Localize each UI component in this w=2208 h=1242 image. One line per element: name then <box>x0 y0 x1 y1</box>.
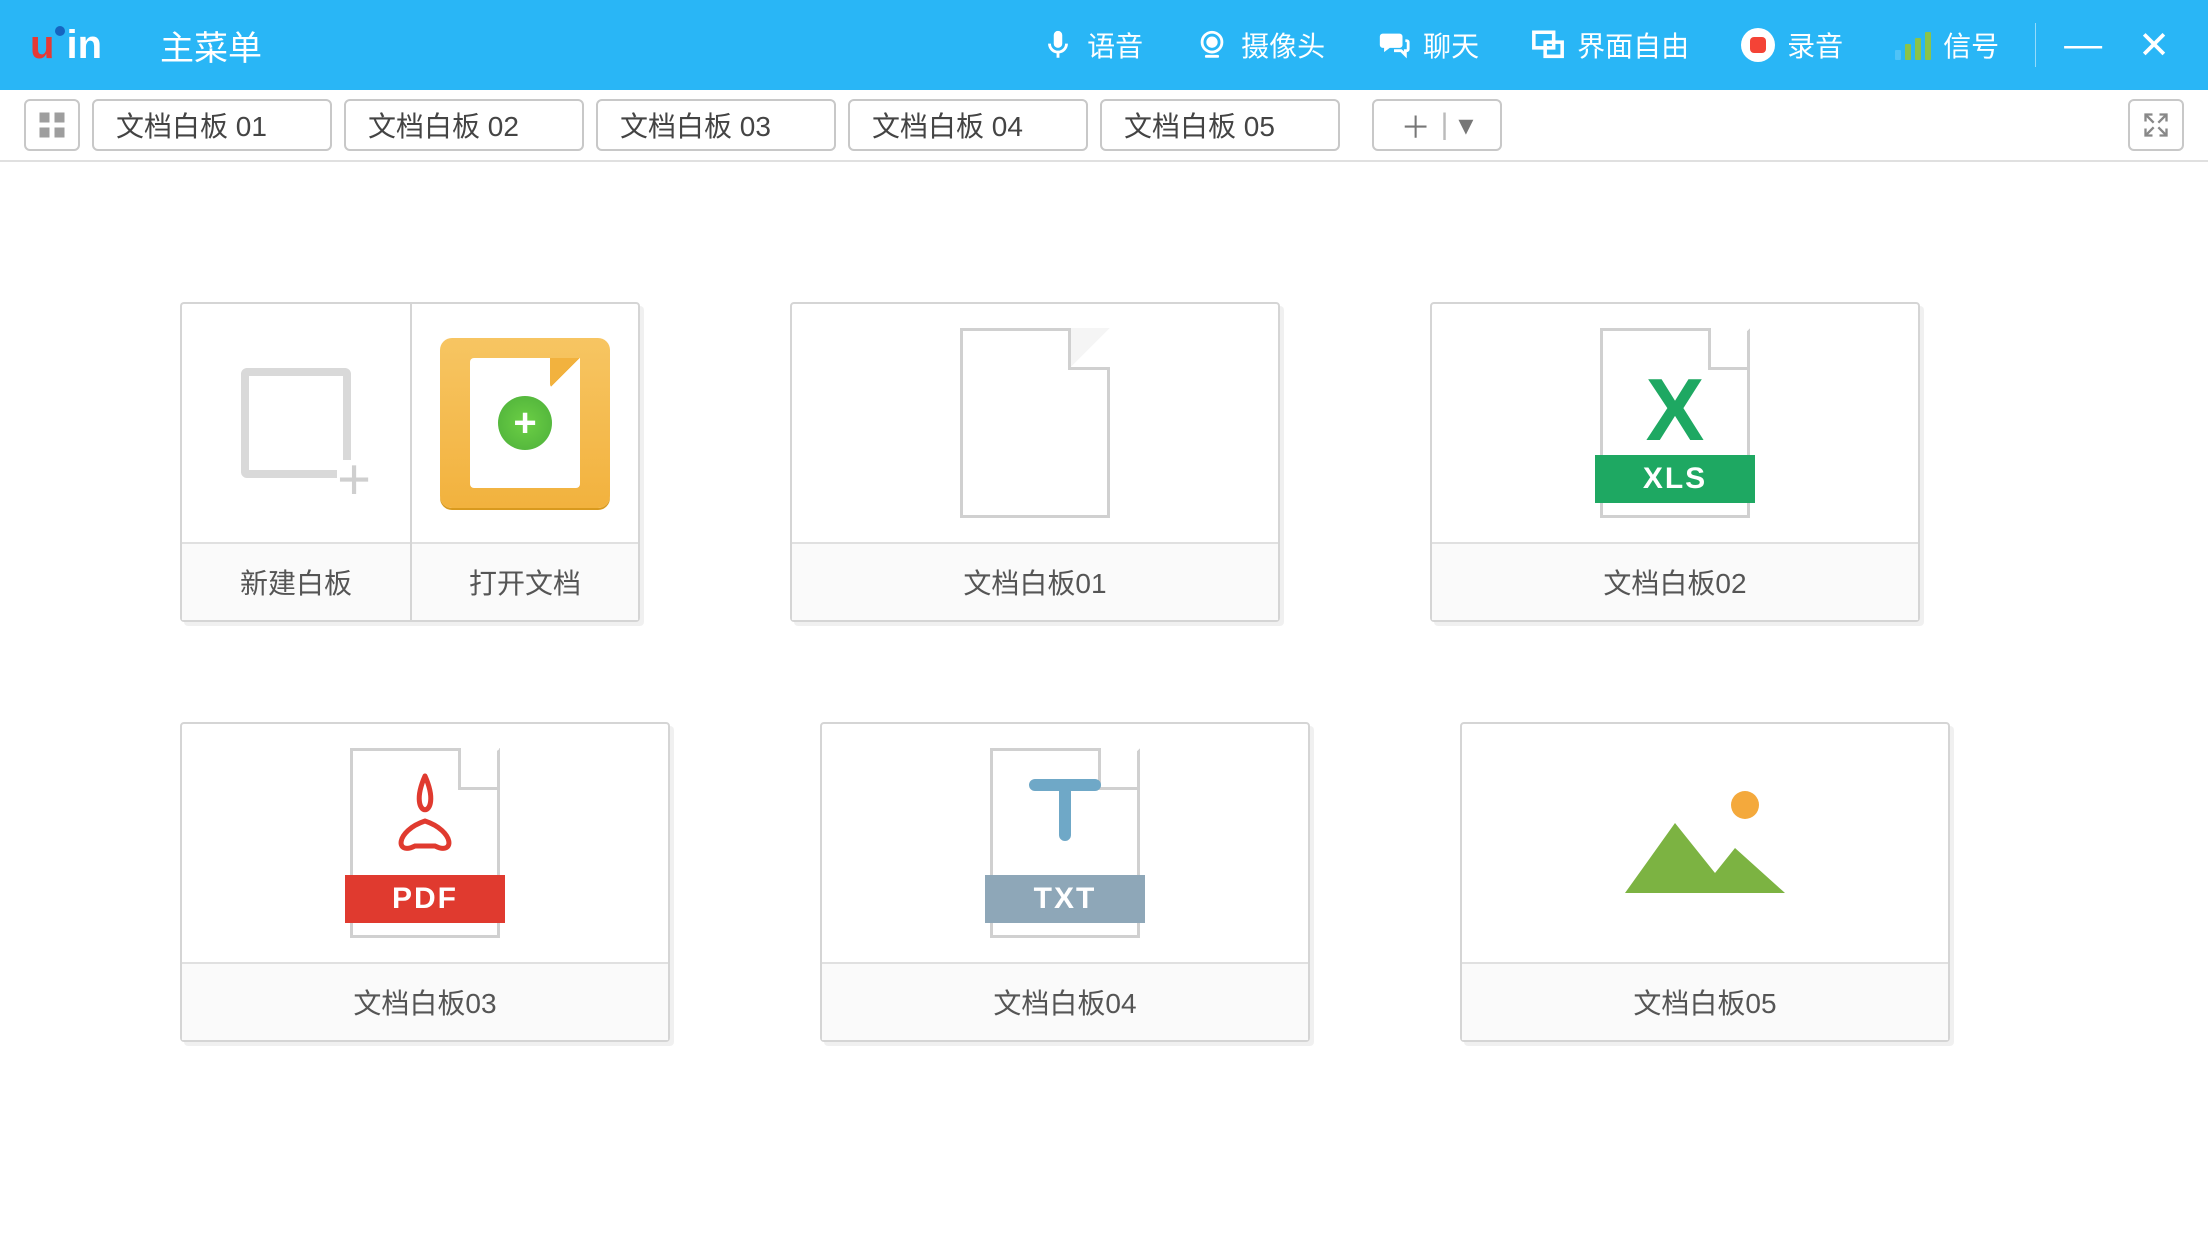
tab-2[interactable]: 文档白板 02 <box>344 99 584 151</box>
blank-doc-icon <box>960 328 1110 518</box>
open-doc-label: 打开文档 <box>412 542 638 620</box>
layout-label: 界面自由 <box>1577 25 1689 65</box>
microphone-icon <box>1041 28 1075 62</box>
voice-label: 语音 <box>1087 25 1143 65</box>
chat-label: 聊天 <box>1423 25 1479 65</box>
xls-doc-icon: X XLS <box>1600 328 1750 518</box>
open-doc-icon: + <box>440 338 610 508</box>
chevron-down-icon: ▾ <box>1458 108 1473 143</box>
tabbar: 文档白板 01 文档白板 02 文档白板 03 文档白板 04 文档白板 05 … <box>0 90 2208 162</box>
new-board-label: 新建白板 <box>182 542 410 620</box>
doc-card-1[interactable]: 文档白板01 <box>790 302 1280 622</box>
open-doc-card[interactable]: + 打开文档 <box>410 302 640 622</box>
chat-icon <box>1377 28 1411 62</box>
signal-label: 信号 <box>1943 25 1999 65</box>
tab-2-label: 文档白板 02 <box>368 105 519 145</box>
grid-icon <box>37 110 67 140</box>
tab-3[interactable]: 文档白板 03 <box>596 99 836 151</box>
doc-card-1-label: 文档白板01 <box>792 542 1278 620</box>
doc-card-4-label: 文档白板04 <box>822 962 1308 1040</box>
layout-button[interactable]: 界面自由 <box>1505 25 1715 65</box>
tab-5[interactable]: 文档白板 05 <box>1100 99 1340 151</box>
doc-card-2[interactable]: X XLS 文档白板02 <box>1430 302 1920 622</box>
divider <box>2035 23 2036 67</box>
pdf-doc-icon: PDF <box>350 748 500 938</box>
camera-label: 摄像头 <box>1241 25 1325 65</box>
txt-doc-icon: TXT <box>990 748 1140 938</box>
new-board-icon <box>241 368 351 478</box>
pdf-badge: PDF <box>345 875 505 923</box>
xls-badge: XLS <box>1595 455 1755 503</box>
app-logo: uin <box>30 23 100 68</box>
tab-4-label: 文档白板 04 <box>872 105 1023 145</box>
doc-card-2-label: 文档白板02 <box>1432 542 1918 620</box>
txt-badge: TXT <box>985 875 1145 923</box>
plus-icon: ＋ <box>1401 103 1431 147</box>
doc-card-4[interactable]: TXT 文档白板04 <box>820 722 1310 1042</box>
board-grid: 新建白板 + 打开文档 文档白板01 X XLS 文档白板02 <box>0 162 2208 1042</box>
close-button[interactable]: ✕ <box>2120 23 2188 68</box>
add-tab-button[interactable]: ＋ | ▾ <box>1372 99 1502 151</box>
tab-1-label: 文档白板 01 <box>116 105 267 145</box>
image-doc-icon <box>1625 783 1785 903</box>
doc-card-3-label: 文档白板03 <box>182 962 668 1040</box>
record-button[interactable]: 录音 <box>1715 25 1869 65</box>
tab-5-label: 文档白板 05 <box>1124 105 1275 145</box>
doc-card-3[interactable]: PDF 文档白板03 <box>180 722 670 1042</box>
voice-button[interactable]: 语音 <box>1015 25 1169 65</box>
new-board-card[interactable]: 新建白板 <box>180 302 410 622</box>
camera-button[interactable]: 摄像头 <box>1169 25 1351 65</box>
webcam-icon <box>1195 28 1229 62</box>
signal-indicator: 信号 <box>1869 25 2025 65</box>
signal-icon <box>1895 30 1931 60</box>
tab-3-label: 文档白板 03 <box>620 105 771 145</box>
grid-view-button[interactable] <box>24 99 80 151</box>
fullscreen-icon <box>2142 111 2170 139</box>
record-label: 录音 <box>1787 25 1843 65</box>
layout-icon <box>1531 28 1565 62</box>
record-icon <box>1741 28 1775 62</box>
divider: | <box>1441 108 1449 142</box>
page-title: 主菜单 <box>160 21 262 70</box>
fullscreen-button[interactable] <box>2128 99 2184 151</box>
tab-1[interactable]: 文档白板 01 <box>92 99 332 151</box>
doc-card-5-label: 文档白板05 <box>1462 962 1948 1040</box>
tab-4[interactable]: 文档白板 04 <box>848 99 1088 151</box>
chat-button[interactable]: 聊天 <box>1351 25 1505 65</box>
minimize-button[interactable]: — <box>2046 24 2120 67</box>
doc-card-5[interactable]: 文档白板05 <box>1460 722 1950 1042</box>
topbar: uin 主菜单 语音 摄像头 聊天 界面自由 录音 信号 — ✕ <box>0 0 2208 90</box>
